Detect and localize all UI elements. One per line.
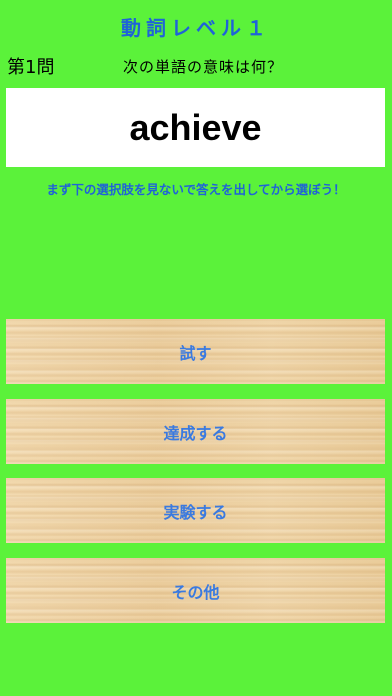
question-prompt: 次の単語の意味は何？ (122, 58, 283, 76)
hint-text: まず下の選択肢を見ないで答えを出してから選ぼう！ (46, 182, 346, 197)
choice-button-4[interactable]: その他 (6, 558, 385, 623)
choice-button-1[interactable]: 試す (6, 319, 385, 384)
choice-button-2[interactable]: 達成する (6, 399, 385, 464)
word-card: achieve (6, 88, 385, 167)
question-word: achieve (129, 106, 262, 148)
page-title: 動詞レベル１ (121, 16, 271, 40)
choice-button-3[interactable]: 実験する (6, 478, 385, 543)
